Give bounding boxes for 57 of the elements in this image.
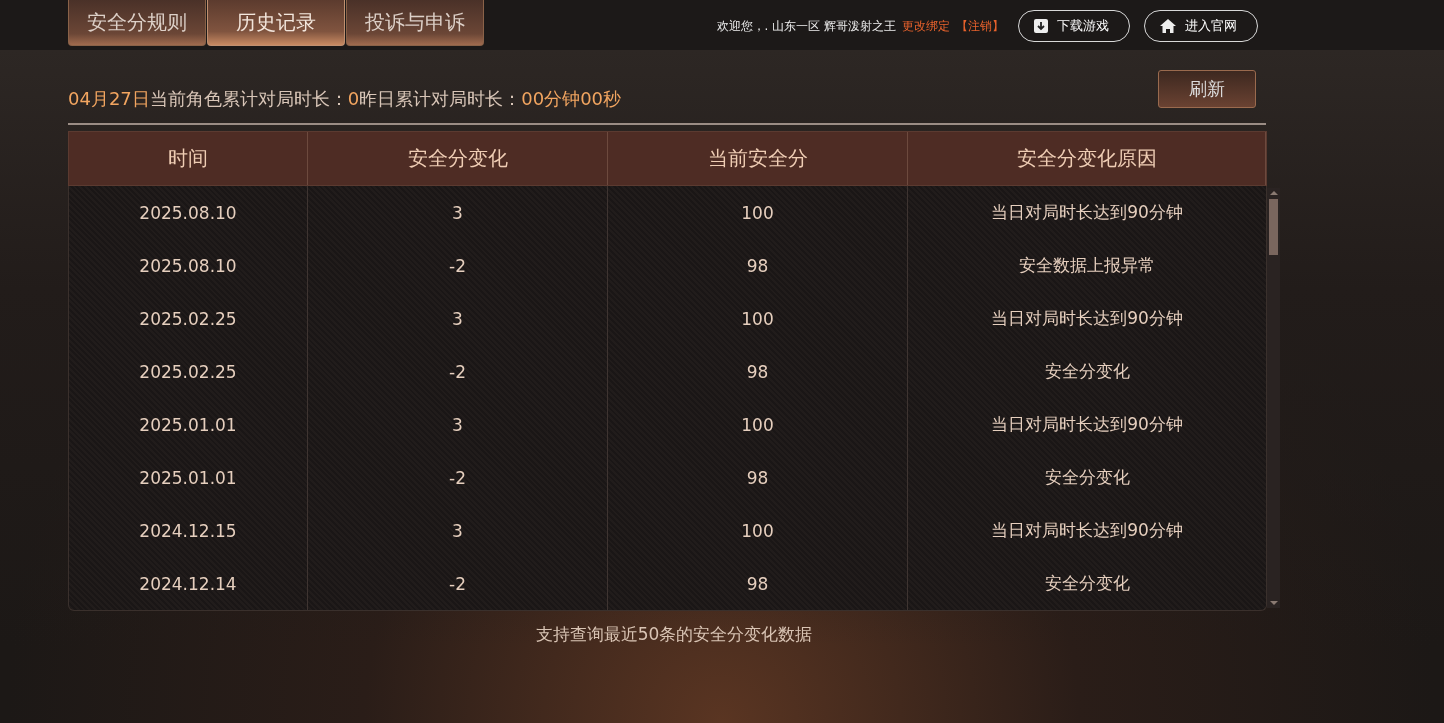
table-cell: 98 [608,239,908,292]
table-cell: 2024.12.15 [69,504,308,557]
welcome-text: 欢迎您，. 山东一区 辉哥泼射之王 [716,17,896,35]
change-binding-link[interactable]: 更改绑定 [902,17,950,35]
column-header: 当前安全分 [608,132,908,185]
table-cell: 2025.01.01 [69,398,308,451]
tab[interactable]: 历史记录 [207,0,345,46]
table-cell: -2 [308,239,608,292]
scrollbar-thumb[interactable] [1269,199,1278,255]
table-cell: 2025.08.10 [69,186,308,239]
table-cell-text: 当日对局时长达到90分钟 [990,307,1184,330]
table-cell-text: 当日对局时长达到90分钟 [990,413,1184,436]
column-header: 安全分变化原因 [908,132,1266,185]
table-cell: 100 [608,292,908,345]
table-cell: -2 [308,557,608,610]
scrollbar[interactable] [1267,188,1280,608]
home-icon [1159,18,1177,34]
table-cell: 100 [608,186,908,239]
table-cell-text: 当日对局时长达到90分钟 [990,519,1184,542]
current-duration-label: 当前角色累计对局时长： [149,87,348,109]
footer-note: 支持查询最近50条的安全分变化数据 [534,623,814,646]
table-cell: 98 [608,451,908,504]
table-cell-text: 安全数据上报异常 [1018,254,1156,277]
table-cell-text: 当日对局时长达到90分钟 [990,201,1184,224]
column-header: 安全分变化 [308,132,608,185]
table-cell: 98 [608,557,908,610]
table-cell: 3 [308,504,608,557]
table-cell: 2024.12.14 [69,557,308,610]
table-cell: 3 [308,292,608,345]
refresh-button[interactable]: 刷新 [1158,69,1256,108]
table-cell: 2025.08.10 [69,239,308,292]
yesterday-duration-label: 昨日累计对局时长： [359,87,522,109]
current-duration-value: 0 [347,87,360,109]
table-cell: 3 [308,186,608,239]
column-header: 时间 [69,132,308,185]
table-cell: 98 [608,345,908,398]
table-cell: 3 [308,398,608,451]
table-cell: -2 [308,345,608,398]
yesterday-duration-value: 00分钟00秒 [521,87,622,109]
table-cell: 2025.02.25 [69,345,308,398]
table-cell-text: 安全分变化 [1043,466,1131,489]
scroll-up-icon[interactable] [1268,190,1279,196]
table-cell-text: 安全分变化 [1043,572,1131,595]
table-cell: -2 [308,451,608,504]
date-text: 04月27日 [68,87,150,109]
tab[interactable]: 投诉与申诉 [346,0,484,46]
home-button[interactable]: 进入官网 [1144,10,1258,42]
table-cell-text: 安全分变化 [1043,360,1131,383]
table-cell: 100 [608,504,908,557]
table-cell: 2025.01.01 [69,451,308,504]
logout-link[interactable]: 【注销】 [956,17,1004,35]
table-cell: 100 [608,398,908,451]
download-button[interactable]: 下载游戏 [1018,10,1130,42]
download-icon [1033,18,1049,34]
tab[interactable]: 安全分规则 [68,0,206,46]
table-cell: 2025.02.25 [69,292,308,345]
scroll-down-icon[interactable] [1268,600,1279,606]
